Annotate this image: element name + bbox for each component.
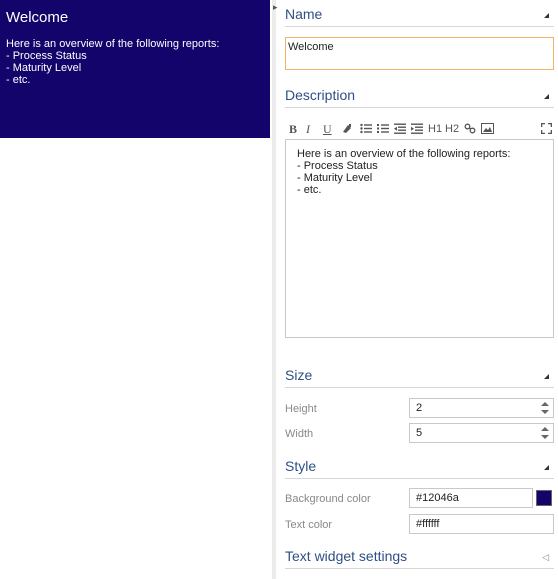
numbered-list-button[interactable] [377,120,389,138]
image-button[interactable] [481,120,494,138]
preview-line: - etc. [6,74,31,86]
text-widget-settings-title: Text widget settings [285,548,408,564]
size-section-header[interactable]: Size [285,365,554,388]
link-button[interactable] [464,120,476,138]
expand-arrow-icon[interactable]: ◁ [542,552,549,563]
underline-button[interactable]: U [323,120,332,138]
text-widget-settings-header[interactable]: Text widget settings ◁ [285,546,554,569]
indent-icon [411,123,423,134]
description-editor[interactable]: Here is an overview of the following rep… [285,139,554,338]
name-section-title: Name [285,6,323,22]
editor-line: - Maturity Level [297,172,373,184]
bullet-list-icon [360,123,372,134]
description-section-header[interactable]: Description [285,85,554,108]
outdent-button[interactable] [394,120,406,138]
section-collapse-icon[interactable] [544,94,549,99]
outdent-icon [394,123,406,134]
text-color-label: Text color [285,519,333,531]
text-color-button[interactable] [342,120,353,138]
numbered-list-icon [377,124,389,133]
height-label: Height [285,403,317,415]
preview-line: - Maturity Level [6,62,82,74]
editor-toolbar: B I U H1 H2 [289,120,554,138]
indent-button[interactable] [411,120,423,138]
style-section-header[interactable]: Style [285,456,554,479]
width-stepper[interactable]: 5 [409,423,554,443]
name-section-header[interactable]: Name [285,4,554,27]
background-color-swatch[interactable] [536,490,552,506]
section-collapse-icon[interactable] [544,13,549,18]
width-value: 5 [416,427,423,439]
editor-line: Here is an overview of the following rep… [297,148,511,160]
background-color-input[interactable] [409,488,533,508]
width-label: Width [285,428,314,440]
preview-line: - Process Status [6,50,87,62]
link-icon [464,123,476,134]
section-collapse-icon[interactable] [544,465,549,470]
name-input[interactable] [285,37,554,70]
size-section-title: Size [285,367,313,383]
text-color-input[interactable] [409,514,554,534]
heading2-button[interactable]: H2 [445,120,459,138]
collapse-panel-icon[interactable]: ▸ [273,2,278,13]
fullscreen-button[interactable] [541,120,552,138]
bold-button[interactable]: B [289,120,297,138]
settings-panel: Name Description B I U H1 H2 [285,0,554,579]
editor-line: - Process Status [297,160,378,172]
heading1-button[interactable]: H1 [428,120,442,138]
background-color-label: Background color [285,493,371,505]
image-icon [481,123,494,134]
preview-title: Welcome [6,9,69,26]
panel-splitter[interactable] [272,0,276,579]
fullscreen-icon [541,123,552,134]
paint-icon [343,124,351,133]
section-collapse-icon[interactable] [544,374,549,379]
preview-line: Here is an overview of the following rep… [6,38,220,50]
bullet-list-button[interactable] [360,120,372,138]
height-stepper[interactable]: 2 [409,398,554,418]
height-value: 2 [416,402,423,414]
widget-preview[interactable]: Welcome Here is an overview of the follo… [0,0,270,138]
italic-button[interactable]: I [306,120,310,138]
spinner-arrows-icon[interactable] [541,401,549,415]
editor-line: - etc. [297,184,322,196]
description-section-title: Description [285,87,356,103]
spinner-arrows-icon[interactable] [541,426,549,440]
style-section-title: Style [285,458,317,474]
